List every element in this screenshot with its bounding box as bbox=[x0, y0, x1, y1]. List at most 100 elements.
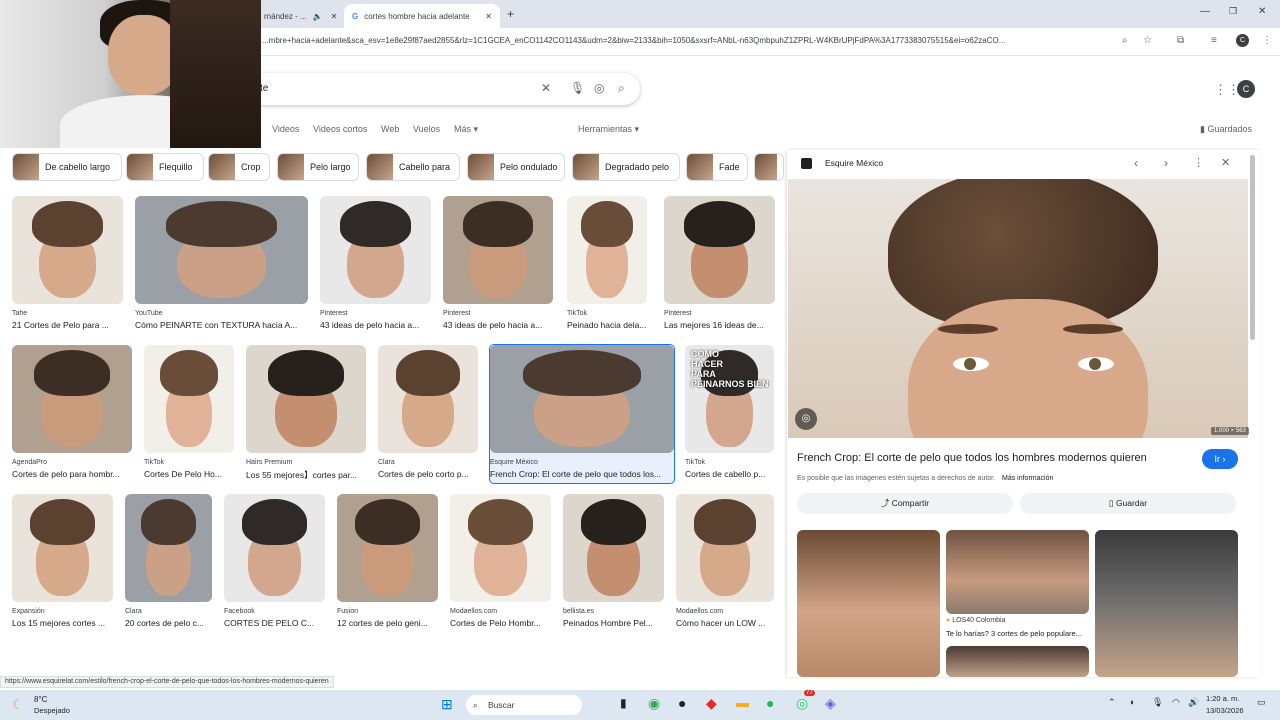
wifi-icon[interactable]: ◠ bbox=[1172, 697, 1180, 708]
result-thumbnail[interactable] bbox=[490, 345, 674, 453]
extensions-icon[interactable]: ⧉ bbox=[1177, 35, 1184, 46]
chevron-up-icon[interactable]: ⌃ bbox=[1108, 697, 1116, 708]
result-thumbnail[interactable] bbox=[144, 345, 234, 453]
image-result[interactable]: TikTok Cortes de cabello p... COMO HACER PAR… bbox=[685, 345, 774, 483]
image-result[interactable]: TikTok Cortes De Pelo Ho... bbox=[144, 345, 234, 483]
chip-hair-for[interactable]: Cabello para bbox=[366, 153, 460, 181]
result-thumbnail[interactable] bbox=[563, 494, 664, 602]
related-image[interactable] bbox=[1095, 530, 1238, 677]
image-result[interactable]: Modaellos.com Cómo hacer un LOW ... bbox=[676, 494, 774, 632]
zoom-icon[interactable]: ⌕ bbox=[1122, 35, 1128, 46]
image-result[interactable]: Hairs Premium Los 55 mejores】cortes par..… bbox=[246, 345, 366, 483]
related-title[interactable]: Te lo harías? 3 cortes de pelo populare.… bbox=[946, 629, 1089, 638]
clock-date[interactable]: 13/03/2026 bbox=[1206, 706, 1244, 715]
taskview-icon[interactable]: ▮ bbox=[620, 696, 627, 710]
related-image[interactable] bbox=[946, 646, 1089, 677]
related-image[interactable] bbox=[946, 530, 1089, 614]
result-thumbnail[interactable] bbox=[135, 196, 308, 304]
image-result[interactable]: Pinterest 43 ideas de pelo hacia a... bbox=[443, 196, 553, 334]
minimize-icon[interactable]: — bbox=[1200, 6, 1210, 17]
lens-search-icon[interactable]: ◎ bbox=[795, 408, 817, 430]
chip-wavy[interactable]: Pelo ondulado bbox=[467, 153, 565, 181]
chip-long-hair[interactable]: De cabello largo bbox=[12, 153, 122, 181]
chevron-right-icon[interactable]: › bbox=[1164, 156, 1168, 170]
microphone-icon[interactable]: 🎙 bbox=[570, 81, 585, 95]
visit-button[interactable]: Ir › bbox=[1202, 449, 1238, 469]
image-result-selected[interactable]: Esquire México French Crop: El corte de p… bbox=[489, 344, 675, 484]
result-title[interactable]: Peinados Hombre Pel... bbox=[563, 618, 664, 628]
result-thumbnail[interactable] bbox=[443, 196, 553, 304]
result-thumbnail[interactable] bbox=[246, 345, 366, 453]
chip-fade-hair[interactable]: Degradado pelo bbox=[572, 153, 680, 181]
result-thumbnail[interactable] bbox=[12, 494, 113, 602]
image-result[interactable]: AgendaPro Cortes de pelo para hombr... bbox=[12, 345, 132, 483]
new-tab-button[interactable]: + bbox=[507, 7, 514, 21]
result-title[interactable]: 21 Cortes de Pelo para ... bbox=[12, 320, 123, 330]
result-title[interactable]: CORTES DE PELO C... bbox=[224, 618, 325, 628]
search-box[interactable]: te ✕ 🎙 ◎ ⌕ bbox=[248, 73, 640, 105]
restore-icon[interactable]: ❐ bbox=[1229, 6, 1237, 17]
result-thumbnail[interactable] bbox=[125, 494, 212, 602]
folder-icon[interactable]: ▬ bbox=[736, 695, 749, 710]
chip-long[interactable]: Pelo largo bbox=[277, 153, 359, 181]
search-input[interactable]: te bbox=[260, 83, 268, 94]
tools-button[interactable]: Herramientas ▾ bbox=[578, 124, 639, 135]
tab-previous[interactable]: rnández - ... 🔈 ✕ bbox=[256, 4, 344, 28]
result-title[interactable]: 43 ideas de pelo hacia a... bbox=[443, 320, 553, 330]
tab-more[interactable]: Más ▾ bbox=[454, 124, 478, 135]
taskbar-search[interactable]: ⌕ Buscar bbox=[466, 695, 582, 715]
mic-icon[interactable]: 🎙 bbox=[1152, 697, 1163, 708]
chrome-icon[interactable]: ◉ bbox=[648, 695, 660, 712]
whatsapp-icon[interactable]: ◎ bbox=[796, 695, 808, 712]
image-result[interactable]: Clara 20 cortes de pelo c... bbox=[125, 494, 212, 632]
result-thumbnail[interactable] bbox=[567, 196, 647, 304]
app-icon[interactable]: ◆ bbox=[706, 695, 717, 712]
reading-list-icon[interactable]: ≡ bbox=[1211, 35, 1217, 46]
tab-short-videos[interactable]: Videos cortos bbox=[313, 124, 367, 134]
chip-next[interactable] bbox=[754, 153, 784, 181]
lens-icon[interactable]: ◎ bbox=[594, 81, 604, 95]
result-title[interactable]: 12 cortes de pelo geni... bbox=[337, 618, 438, 628]
result-title[interactable]: 43 ideas de pelo hacia a... bbox=[320, 320, 431, 330]
result-title[interactable]: Las mejores 16 ideas de... bbox=[664, 320, 775, 330]
image-result[interactable]: YouTube Cómo PEINARTE con TEXTURA hacia A… bbox=[135, 196, 308, 334]
clock-time[interactable]: 1:20 a. m. bbox=[1206, 694, 1239, 703]
save-button[interactable]: ▯ Guardar bbox=[1020, 493, 1236, 514]
image-result[interactable]: bellista.es Peinados Hombre Pel... bbox=[563, 494, 664, 632]
tab-active[interactable]: G cortes hombre hacia adelante ✕ bbox=[344, 4, 500, 28]
image-result[interactable]: Tahe 21 Cortes de Pelo para ... bbox=[12, 196, 123, 334]
tab-videos[interactable]: Videos bbox=[272, 124, 299, 134]
image-result[interactable]: Modaellos.com Cortes de Pelo Hombr... bbox=[450, 494, 551, 632]
close-icon[interactable]: ✕ bbox=[331, 12, 338, 21]
window-close-icon[interactable]: ✕ bbox=[1258, 6, 1266, 17]
clear-icon[interactable]: ✕ bbox=[541, 81, 551, 95]
close-icon[interactable]: ✕ bbox=[485, 12, 492, 21]
image-result[interactable]: Clara Cortes de pelo corto p... bbox=[378, 345, 478, 483]
url-field[interactable]: ...mbre+hacia+adelante&sca_esv=1e8e29f87… bbox=[262, 36, 1112, 45]
notifications-icon[interactable]: ▭ bbox=[1257, 697, 1266, 708]
result-title[interactable]: Los 15 mejores cortes ... bbox=[12, 618, 113, 628]
account-avatar[interactable]: C bbox=[1237, 80, 1255, 98]
panel-source[interactable]: Esquire México bbox=[825, 158, 883, 168]
app-icon[interactable]: ● bbox=[678, 695, 686, 711]
chip-fade[interactable]: Fade bbox=[686, 153, 748, 181]
share-button[interactable]: ⤴ Compartir bbox=[797, 493, 1013, 514]
network-icon[interactable]: ◐ bbox=[1130, 697, 1135, 707]
image-result[interactable]: Pinterest Las mejores 16 ideas de... bbox=[664, 196, 775, 334]
image-result[interactable]: TikTok Peinado hacia dela... bbox=[567, 196, 647, 334]
tab-web[interactable]: Web bbox=[381, 124, 399, 134]
menu-kebab-icon[interactable]: ⋮ bbox=[1262, 35, 1272, 46]
result-thumbnail[interactable] bbox=[337, 494, 438, 602]
close-icon[interactable]: ✕ bbox=[1221, 156, 1230, 169]
result-title[interactable]: French Crop: El corte de pelo que todos … bbox=[490, 469, 674, 479]
chip-bangs[interactable]: Flequillo bbox=[126, 153, 204, 181]
result-thumbnail[interactable] bbox=[664, 196, 775, 304]
preview-image[interactable] bbox=[788, 179, 1248, 438]
result-title[interactable]: 20 cortes de pelo c... bbox=[125, 618, 212, 628]
profile-avatar-icon[interactable]: C bbox=[1236, 34, 1249, 47]
windows-start-icon[interactable]: ⊞ bbox=[441, 696, 453, 713]
result-title[interactable]: Cómo PEINARTE con TEXTURA hacia A... bbox=[135, 320, 308, 330]
more-options-icon[interactable]: ⋮ bbox=[1193, 156, 1204, 169]
scrollbar-thumb[interactable] bbox=[1250, 155, 1255, 340]
mute-icon[interactable]: 🔈 bbox=[313, 12, 323, 21]
